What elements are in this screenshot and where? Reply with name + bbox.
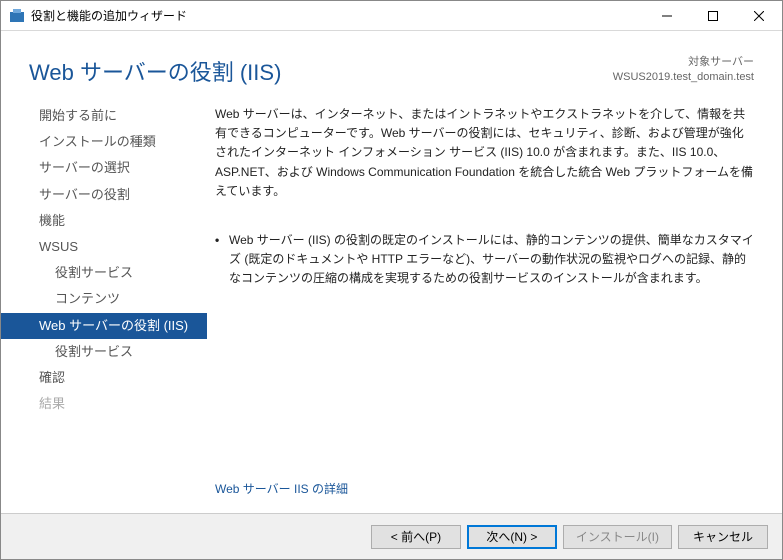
server-label: 対象サーバー [613, 55, 754, 70]
more-info-link[interactable]: Web サーバー IIS の詳細 [215, 480, 754, 513]
app-icon [9, 8, 25, 24]
spacer [215, 309, 754, 481]
minimize-button[interactable] [644, 1, 690, 30]
button-bar: < 前へ(P) 次へ(N) > インストール(I) キャンセル [1, 513, 782, 559]
sidebar-item-4[interactable]: 機能 [1, 208, 207, 234]
sidebar-item-7[interactable]: コンテンツ [1, 286, 207, 312]
sidebar-item-6[interactable]: 役割サービス [1, 260, 207, 286]
close-button[interactable] [736, 1, 782, 30]
main: 開始する前にインストールの種類サーバーの選択サーバーの役割機能WSUS役割サービ… [1, 97, 782, 513]
content: Web サーバーの役割 (IIS) 対象サーバー WSUS2019.test_d… [1, 31, 782, 559]
next-button[interactable]: 次へ(N) > [467, 525, 557, 549]
maximize-button[interactable] [690, 1, 736, 30]
titlebar: 役割と機能の追加ウィザード [1, 1, 782, 31]
sidebar-item-0[interactable]: 開始する前に [1, 103, 207, 129]
sidebar-item-8[interactable]: Web サーバーの役割 (IIS) [1, 313, 207, 339]
sidebar-item-9[interactable]: 役割サービス [1, 339, 207, 365]
sidebar-item-5[interactable]: WSUS [1, 234, 207, 260]
sidebar-item-2[interactable]: サーバーの選択 [1, 155, 207, 181]
body: Web サーバーは、インターネット、またはイントラネットやエクストラネットを介し… [207, 97, 782, 513]
sidebar: 開始する前にインストールの種類サーバーの選択サーバーの役割機能WSUS役割サービ… [1, 97, 207, 513]
window-controls [644, 1, 782, 30]
page-title: Web サーバーの役割 (IIS) [29, 55, 281, 87]
header: Web サーバーの役割 (IIS) 対象サーバー WSUS2019.test_d… [1, 31, 782, 97]
bullet-dot-icon: • [215, 231, 229, 289]
server-info: 対象サーバー WSUS2019.test_domain.test [613, 55, 754, 86]
sidebar-item-1[interactable]: インストールの種類 [1, 129, 207, 155]
bullet-list: •Web サーバー (IIS) の役割の既定のインストールには、静的コンテンツの… [215, 231, 754, 309]
sidebar-item-10[interactable]: 確認 [1, 365, 207, 391]
install-button[interactable]: インストール(I) [563, 525, 672, 549]
cancel-button[interactable]: キャンセル [678, 525, 768, 549]
sidebar-item-3[interactable]: サーバーの役割 [1, 182, 207, 208]
description-text: Web サーバーは、インターネット、またはイントラネットやエクストラネットを介し… [215, 105, 754, 201]
prev-button[interactable]: < 前へ(P) [371, 525, 461, 549]
window-title: 役割と機能の追加ウィザード [31, 7, 644, 24]
sidebar-item-11: 結果 [1, 391, 207, 417]
server-name: WSUS2019.test_domain.test [613, 70, 754, 85]
bullet-item-0: •Web サーバー (IIS) の役割の既定のインストールには、静的コンテンツの… [215, 231, 754, 289]
bullet-text: Web サーバー (IIS) の役割の既定のインストールには、静的コンテンツの提… [229, 231, 754, 289]
